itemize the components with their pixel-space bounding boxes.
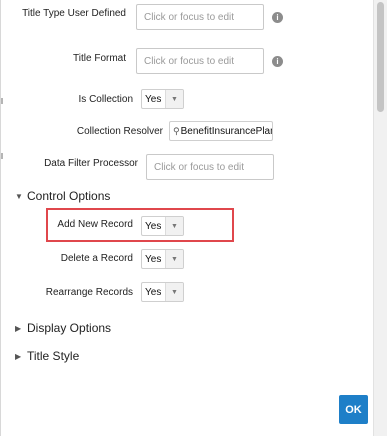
triangle-right-icon: ▶ [15,323,22,333]
scrollbar-thumb[interactable] [377,2,384,112]
control-options-label: Control Options [27,189,111,203]
delete-record-label: Delete a Record [60,253,133,264]
delete-record-value: Yes [145,253,162,265]
scrollbar[interactable] [373,0,387,436]
title-style-label: Title Style [27,349,80,363]
ok-button[interactable]: OK [339,395,368,424]
chevron-down-icon: ▼ [165,250,183,268]
is-collection-label: Is Collection [78,94,133,105]
delete-record-select[interactable]: Yes ▼ [141,249,184,269]
title-format-input[interactable]: Click or focus to edit [136,48,264,74]
is-collection-value: Yes [145,93,162,105]
is-collection-select[interactable]: Yes ▼ [141,89,184,109]
title-type-input[interactable]: Click or focus to edit [136,4,264,30]
edge-marker [1,153,3,159]
collection-resolver-value: BenefitInsurancePlan [180,125,273,137]
collection-resolver-select[interactable]: ⚲ BenefitInsurancePlan ▼ [169,121,273,141]
rearrange-records-value: Yes [145,286,162,298]
display-options-label: Display Options [27,321,112,335]
properties-panel: Title Type User Defined Click or focus t… [0,0,373,436]
chevron-down-icon: ▼ [165,90,183,108]
title-style-header[interactable]: ▶ Title Style [15,349,79,363]
highlight-box [46,208,234,242]
control-options-header[interactable]: ▼ Control Options [15,189,110,203]
rearrange-records-label: Rearrange Records [45,287,133,298]
display-options-header[interactable]: ▶ Display Options [15,321,111,335]
data-filter-input[interactable]: Click or focus to edit [146,154,274,180]
collection-resolver-label: Collection Resolver [76,126,163,137]
triangle-down-icon: ▼ [15,191,23,201]
edge-marker [1,98,3,104]
data-filter-label: Data Filter Processor [44,158,138,169]
info-icon[interactable]: i [272,56,283,67]
info-icon[interactable]: i [272,12,283,23]
title-format-label: Title Format [73,53,126,64]
triangle-right-icon: ▶ [15,351,22,361]
title-type-label: Title Type User Defined [22,8,126,19]
chevron-down-icon: ▼ [165,283,183,301]
rearrange-records-select[interactable]: Yes ▼ [141,282,184,302]
magnifier-icon: ⚲ [173,125,180,136]
